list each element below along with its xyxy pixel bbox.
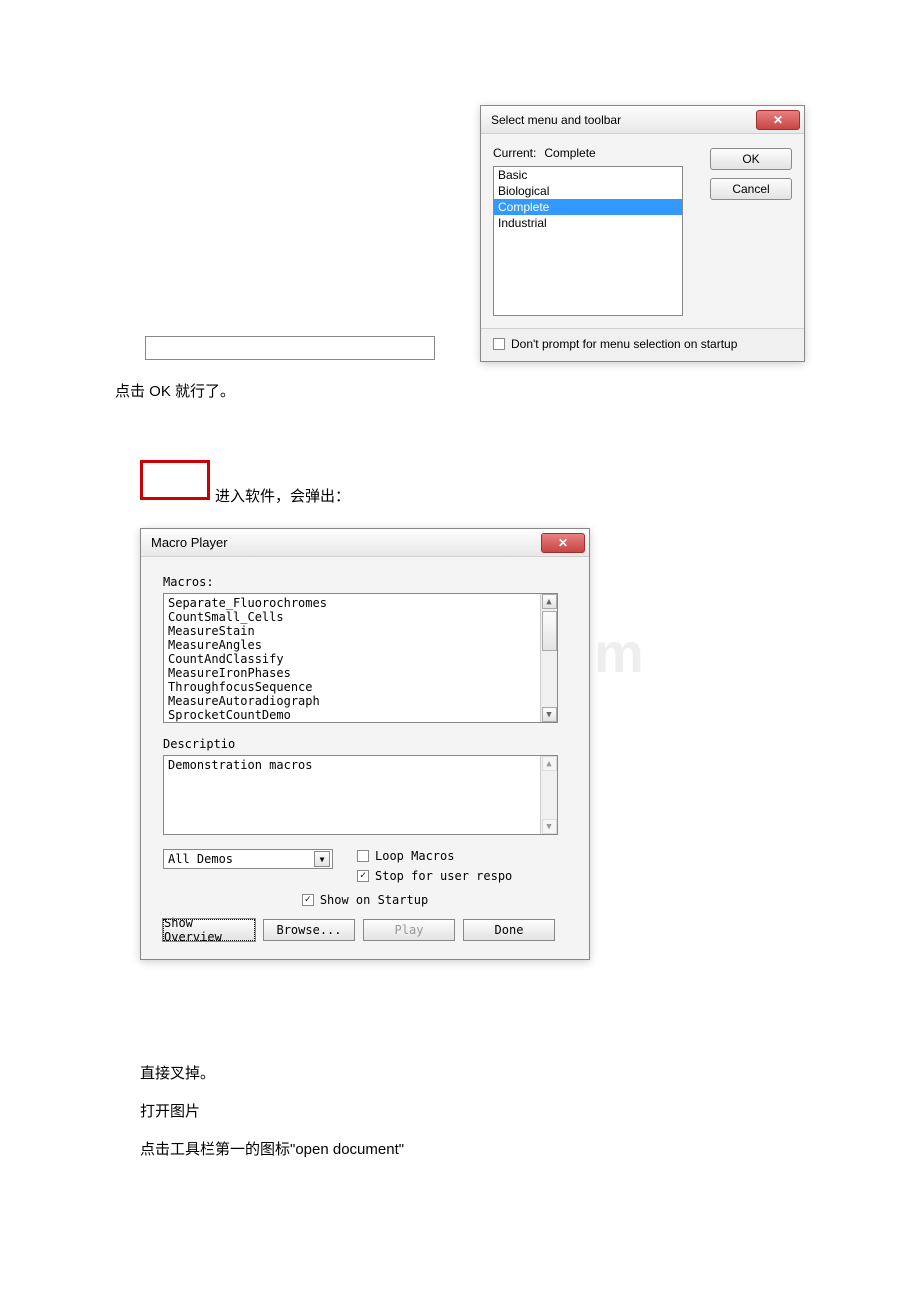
dialog-titlebar: Macro Player ✕ bbox=[141, 529, 589, 557]
cancel-button[interactable]: Cancel bbox=[710, 178, 792, 200]
loop-macros-checkbox[interactable]: Loop Macros bbox=[357, 849, 512, 863]
macro-item[interactable]: MeasureAngles bbox=[168, 638, 553, 652]
list-item[interactable]: Biological bbox=[494, 183, 682, 199]
checkbox-label: Don't prompt for menu selection on start… bbox=[511, 337, 737, 351]
close-button[interactable]: ✕ bbox=[756, 110, 800, 130]
stop-user-checkbox[interactable]: Stop for user respo bbox=[357, 869, 512, 883]
macro-item[interactable]: MeasureIronPhases bbox=[168, 666, 553, 680]
checkbox-label: Show on Startup bbox=[320, 893, 428, 907]
macro-item[interactable]: MeasureStain bbox=[168, 624, 553, 638]
macro-item[interactable]: MeasureAutoradiograph bbox=[168, 694, 553, 708]
browse-button[interactable]: Browse... bbox=[263, 919, 355, 941]
ok-button[interactable]: OK bbox=[710, 148, 792, 170]
doc-text-3: 直接叉掉。 bbox=[140, 1062, 215, 1083]
scroll-up-icon[interactable]: ▲ bbox=[542, 594, 557, 609]
dialog-titlebar: Select menu and toolbar ✕ bbox=[481, 106, 804, 134]
play-button[interactable]: Play bbox=[363, 919, 455, 941]
checkbox-box bbox=[493, 338, 505, 350]
macro-item[interactable]: CountSmall_Cells bbox=[168, 610, 553, 624]
doc-text-4: 打开图片 bbox=[140, 1100, 200, 1121]
dialog-title: Select menu and toolbar bbox=[491, 113, 621, 127]
checkbox-box bbox=[357, 870, 369, 882]
macro-player-dialog: Macro Player ✕ Macros: Separate_Fluoroch… bbox=[140, 528, 590, 960]
checkbox-box bbox=[357, 850, 369, 862]
close-icon: ✕ bbox=[773, 113, 783, 127]
list-item[interactable]: Industrial bbox=[494, 215, 682, 231]
scroll-down-icon[interactable]: ▼ bbox=[542, 707, 557, 722]
checkbox-label: Loop Macros bbox=[375, 849, 454, 863]
dont-prompt-checkbox[interactable]: Don't prompt for menu selection on start… bbox=[493, 337, 737, 351]
select-menu-dialog: Select menu and toolbar ✕ Current: Compl… bbox=[480, 105, 805, 362]
scrollbar[interactable]: ▲ ▼ bbox=[540, 594, 557, 722]
menu-listbox[interactable]: Basic Biological Complete Industrial bbox=[493, 166, 683, 316]
scrollbar[interactable]: ▲ ▼ bbox=[540, 756, 557, 834]
macro-item[interactable]: CountAndClassify bbox=[168, 652, 553, 666]
chevron-down-icon[interactable]: ▼ bbox=[314, 851, 330, 867]
macros-listbox[interactable]: Separate_Fluorochromes CountSmall_Cells … bbox=[163, 593, 558, 723]
doc-text-2: 进入软件，会弹出： bbox=[215, 485, 350, 506]
macro-item[interactable]: ThroughfocusSequence bbox=[168, 680, 553, 694]
close-icon: ✕ bbox=[558, 536, 568, 550]
doc-text-1: 点击 OK 就行了。 bbox=[115, 380, 235, 401]
macros-label: Macros: bbox=[163, 575, 567, 589]
list-item[interactable]: Basic bbox=[494, 167, 682, 183]
current-label: Current: bbox=[493, 146, 536, 160]
show-overview-button[interactable]: Show Overview bbox=[163, 919, 255, 941]
macro-item[interactable]: SprocketCountDemo bbox=[168, 708, 553, 722]
checkbox-box bbox=[302, 894, 314, 906]
empty-cell bbox=[145, 336, 435, 360]
show-startup-checkbox[interactable]: Show on Startup bbox=[302, 893, 428, 907]
scroll-thumb[interactable] bbox=[542, 611, 557, 651]
scroll-up-icon[interactable]: ▲ bbox=[542, 756, 557, 771]
red-highlight-box bbox=[140, 460, 210, 500]
select-value: All Demos bbox=[168, 852, 233, 866]
scroll-down-icon[interactable]: ▼ bbox=[542, 819, 557, 834]
doc-text-5: 点击工具栏第一的图标"open document" bbox=[140, 1138, 404, 1159]
macro-item[interactable]: Separate_Fluorochromes bbox=[168, 596, 553, 610]
dialog-title: Macro Player bbox=[151, 535, 228, 550]
done-button[interactable]: Done bbox=[463, 919, 555, 941]
close-button[interactable]: ✕ bbox=[541, 533, 585, 553]
checkbox-label: Stop for user respo bbox=[375, 869, 512, 883]
current-value: Complete bbox=[544, 146, 595, 160]
description-text: Demonstration macros bbox=[168, 758, 313, 772]
description-label: Descriptio bbox=[163, 737, 567, 751]
list-item-selected[interactable]: Complete bbox=[494, 199, 682, 215]
demo-select[interactable]: All Demos ▼ bbox=[163, 849, 333, 869]
description-box: Demonstration macros ▲ ▼ bbox=[163, 755, 558, 835]
